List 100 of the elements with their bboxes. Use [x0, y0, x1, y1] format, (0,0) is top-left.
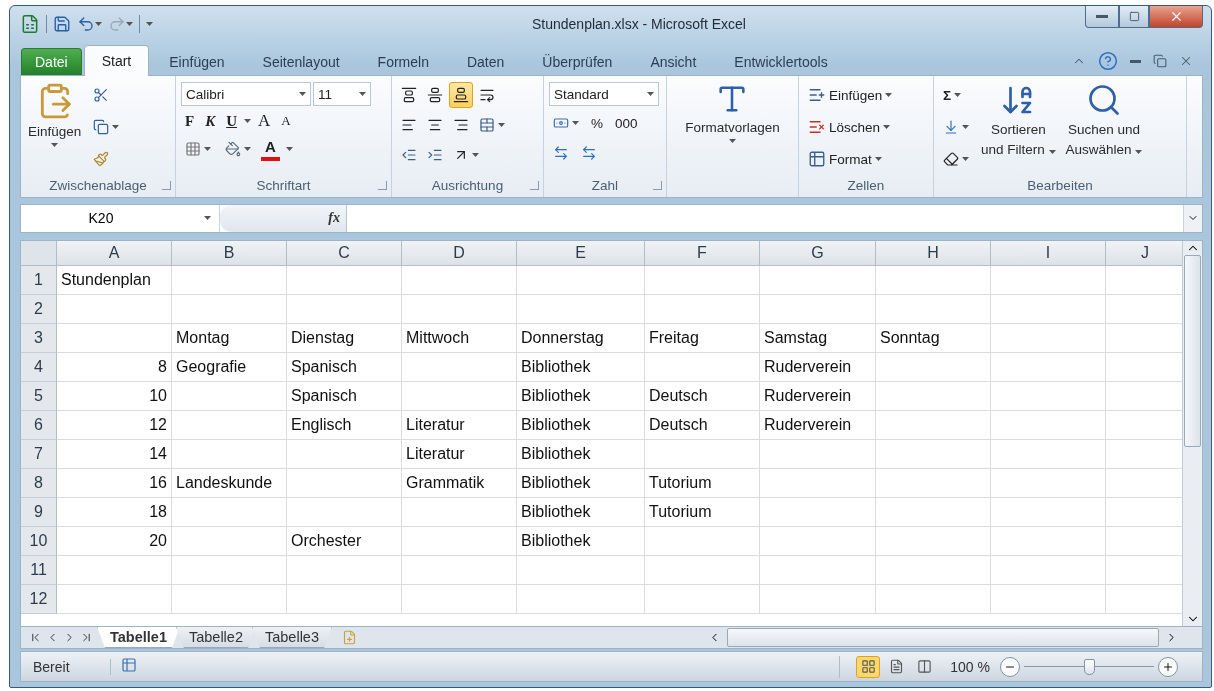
- table-cell: Geografie: [172, 352, 287, 382]
- maximize-button[interactable]: [1119, 6, 1149, 28]
- caret-icon: [359, 92, 366, 97]
- excel-logo-icon[interactable]: [20, 13, 40, 34]
- maximize-icon: [1128, 11, 1140, 22]
- column-header[interactable]: G: [760, 240, 876, 266]
- caret-icon: [885, 93, 893, 98]
- column-header[interactable]: I: [991, 240, 1106, 266]
- sort-filter-button[interactable]: Sortieren und Filtern: [979, 82, 1058, 175]
- percent-button[interactable]: %: [587, 110, 607, 137]
- cells-command-button[interactable]: Löschen: [804, 114, 895, 141]
- find-select-button[interactable]: Suchen und Auswählen: [1063, 82, 1145, 175]
- table-cell: Spanisch: [287, 381, 402, 411]
- column-header[interactable]: A: [57, 240, 172, 266]
- row-header[interactable]: 10: [21, 526, 57, 556]
- row-header[interactable]: 1: [21, 265, 57, 295]
- row-header[interactable]: 7: [21, 439, 57, 469]
- sheet-tab[interactable]: Tabelle1: [97, 626, 180, 649]
- font-family-dropdown[interactable]: Calibri: [181, 82, 311, 107]
- font-color-button[interactable]: A: [261, 137, 280, 162]
- vertical-align-button[interactable]: [449, 82, 473, 109]
- column-header[interactable]: H: [876, 240, 991, 266]
- row-header[interactable]: 6: [21, 410, 57, 440]
- view-button[interactable]: [856, 655, 881, 678]
- autosum-button[interactable]: Σ: [939, 82, 966, 109]
- styles-button[interactable]: Formatvorlagen: [683, 82, 782, 175]
- paste-button[interactable]: Einfügen: [26, 82, 84, 175]
- caret-icon: [285, 147, 293, 152]
- underline-button[interactable]: U: [222, 111, 242, 132]
- row-header[interactable]: 9: [21, 497, 57, 527]
- zoom-slider-thumb[interactable]: [1084, 658, 1095, 675]
- number-format-dropdown[interactable]: Standard: [549, 82, 659, 107]
- sheet-tab[interactable]: Tabelle3: [251, 626, 332, 649]
- customize-toolbar-button[interactable]: [146, 21, 153, 26]
- zoom-out-button[interactable]: [1000, 656, 1020, 677]
- redo-button[interactable]: [108, 14, 133, 33]
- row-header[interactable]: 2: [21, 294, 57, 324]
- ribbon-tab[interactable]: Ansicht: [632, 48, 715, 76]
- column-header[interactable]: J: [1106, 240, 1182, 266]
- caret-icon: [112, 125, 120, 130]
- file-tab[interactable]: Datei: [21, 48, 82, 76]
- close-button[interactable]: [1149, 6, 1203, 28]
- zoom-in-button[interactable]: [1158, 656, 1178, 677]
- ribbon-tab[interactable]: Überprüfen: [524, 48, 631, 76]
- row-header[interactable]: 4: [21, 352, 57, 382]
- row-header[interactable]: 12: [21, 584, 57, 614]
- ribbon-tab[interactable]: Daten: [448, 48, 523, 76]
- table-cell: Dienstag: [287, 323, 402, 353]
- caret-icon: [729, 139, 736, 144]
- row-header[interactable]: 11: [21, 555, 57, 585]
- column-header[interactable]: C: [287, 240, 402, 266]
- row-header[interactable]: 8: [21, 468, 57, 498]
- help-icon: [1098, 51, 1118, 72]
- minimize-button[interactable]: [1085, 6, 1119, 28]
- thousands-button[interactable]: 000: [611, 110, 642, 137]
- group-label: Zwischenablage: [49, 178, 147, 194]
- table-cell: Bibliothek: [517, 497, 645, 527]
- help-button[interactable]: [1098, 51, 1118, 72]
- align-icon: [427, 87, 443, 104]
- dialog-launcher-icon[interactable]: [378, 180, 387, 190]
- table-cell: Bibliothek: [517, 352, 645, 382]
- vertical-scrollbar[interactable]: [1182, 240, 1202, 626]
- table-cell: Landeskunde: [172, 468, 287, 498]
- table-cell: Ruderverein: [760, 381, 876, 411]
- dialog-launcher-icon[interactable]: [162, 180, 171, 190]
- row-header[interactable]: 5: [21, 381, 57, 411]
- column-header[interactable]: D: [402, 240, 517, 266]
- save-button[interactable]: [53, 14, 71, 33]
- ribbon-tab[interactable]: Seitenlayout: [244, 48, 358, 76]
- column-header[interactable]: F: [645, 240, 760, 266]
- row-header[interactable]: 3: [21, 323, 57, 353]
- column-header[interactable]: B: [172, 240, 287, 266]
- spreadsheet-icon: [20, 13, 40, 34]
- align-icon: [453, 87, 469, 104]
- undo-button[interactable]: [77, 14, 102, 33]
- view-icon: [860, 659, 876, 675]
- caret-icon: [1135, 150, 1143, 155]
- caret-icon: [299, 92, 306, 97]
- table-cell: Bibliothek: [517, 381, 645, 411]
- ribbon-tab[interactable]: Start: [83, 45, 150, 77]
- eraser-icon: [943, 151, 959, 168]
- minimize-icon: [1096, 15, 1108, 18]
- view-icon: [916, 659, 932, 675]
- copy-icon: [93, 119, 110, 136]
- ribbon-tab[interactable]: Einfügen: [151, 48, 243, 76]
- ribbon-tab[interactable]: Entwicklertools: [716, 48, 846, 76]
- column-header[interactable]: E: [517, 240, 645, 266]
- shrink-font-button[interactable]: A: [277, 111, 295, 132]
- dialog-launcher-icon[interactable]: [530, 180, 539, 190]
- dialog-launcher-icon[interactable]: [653, 180, 662, 190]
- cells-command-button[interactable]: Format: [804, 146, 886, 173]
- cells-command-button[interactable]: Einfügen: [804, 82, 897, 109]
- table-cell: Ruderverein: [760, 352, 876, 382]
- table-cell: Tutorium: [645, 497, 760, 527]
- caret-icon: [883, 125, 891, 130]
- bold-button[interactable]: F: [181, 111, 199, 132]
- italic-button[interactable]: K: [201, 111, 220, 132]
- ribbon-tab[interactable]: Formeln: [359, 48, 447, 76]
- font-size-dropdown[interactable]: 11: [313, 82, 371, 107]
- grow-font-button[interactable]: A: [254, 111, 275, 132]
